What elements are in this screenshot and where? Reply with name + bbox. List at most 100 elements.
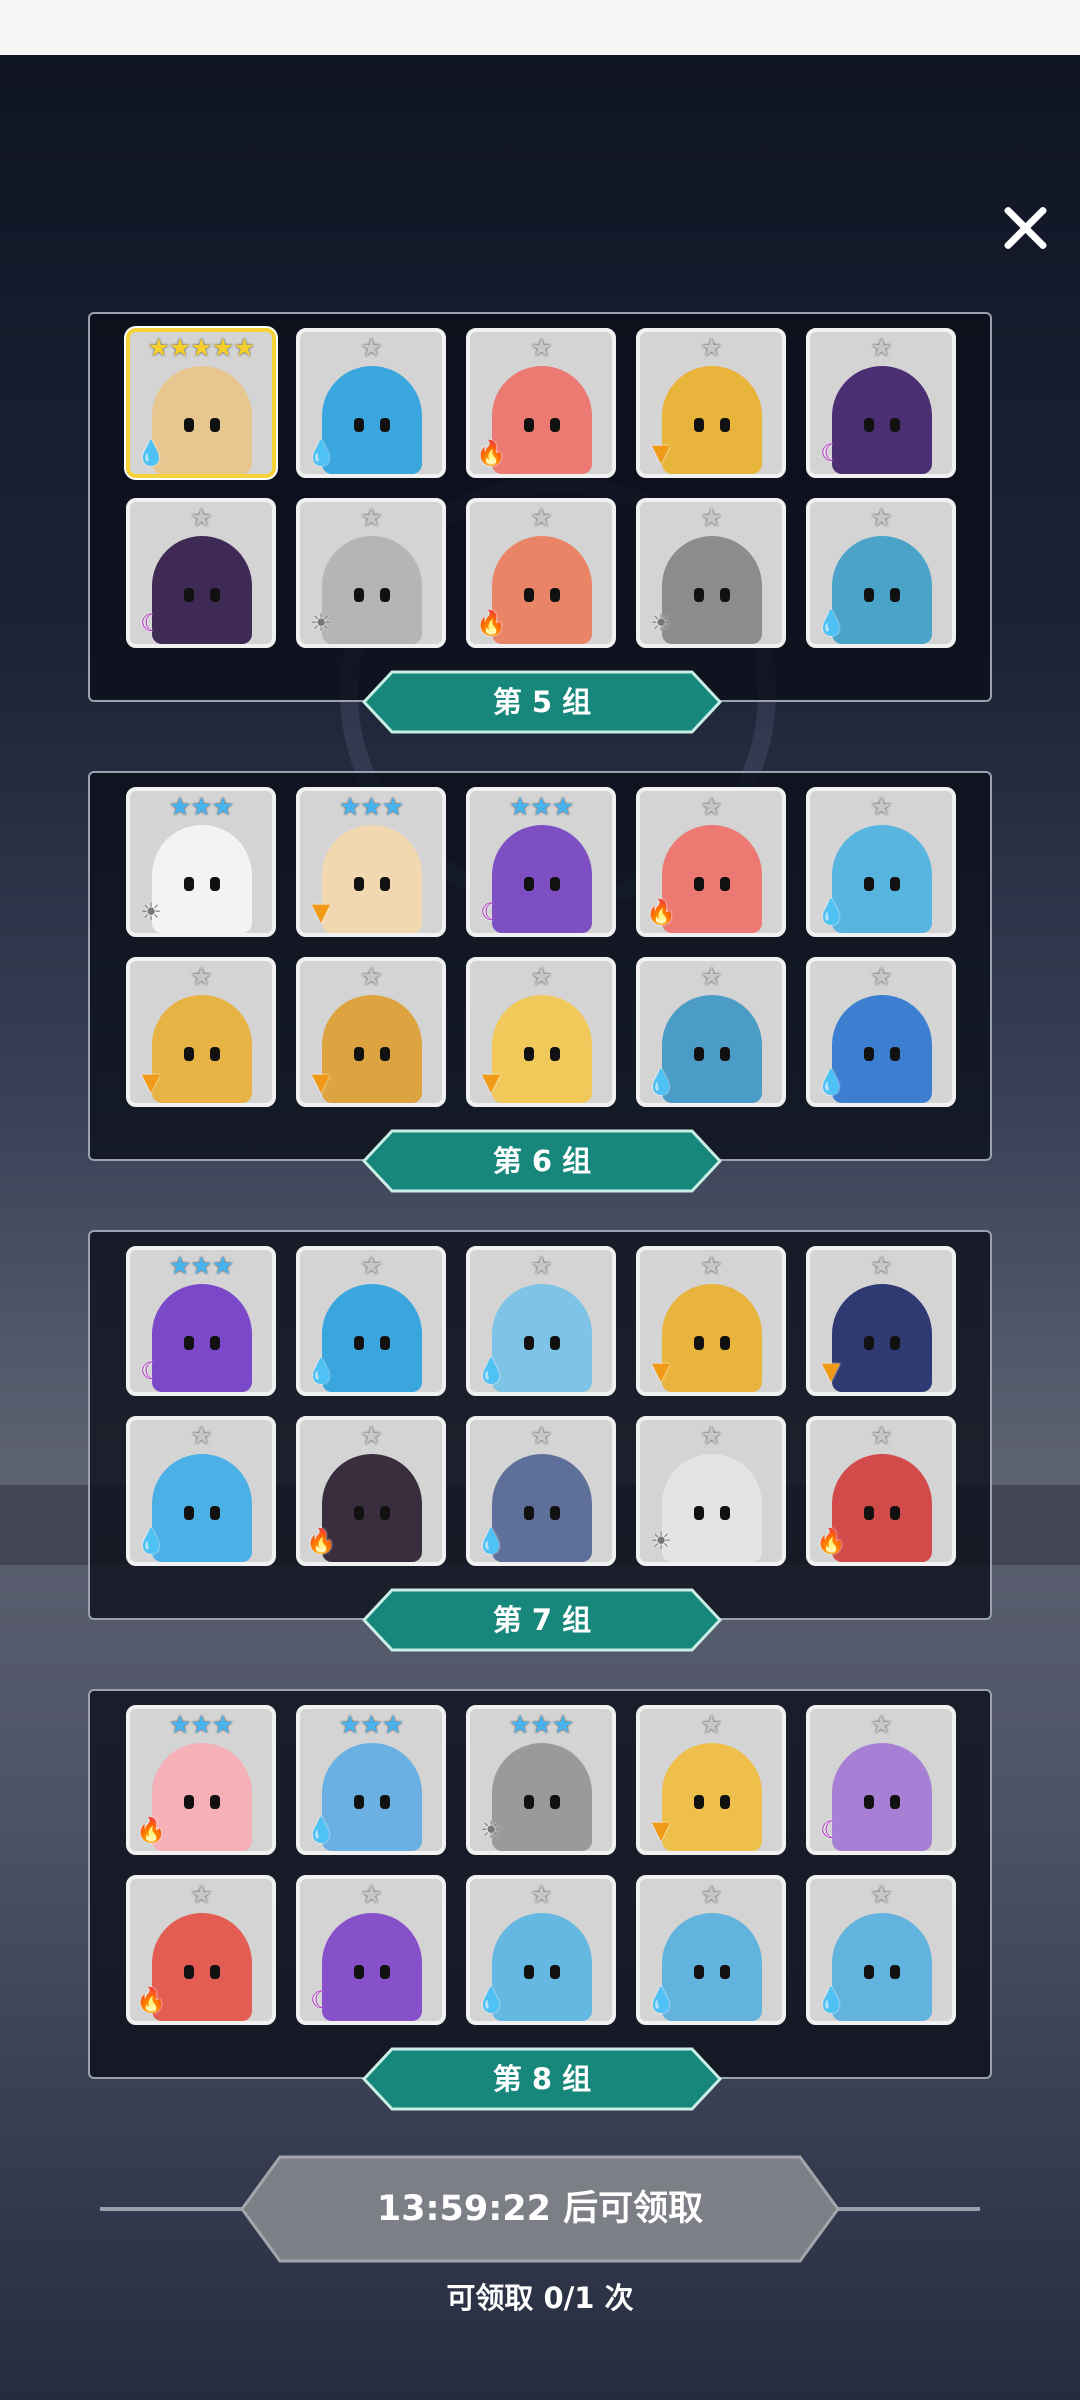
hero-portrait <box>322 536 422 644</box>
wind-element-icon: ▼ <box>311 1068 331 1096</box>
hero-portrait <box>492 1284 592 1392</box>
hero-card[interactable]: ★ ▼ <box>466 957 616 1107</box>
portrait-eye <box>694 1506 704 1520</box>
star-rating: ★ <box>530 1880 552 1909</box>
hero-card[interactable]: ★ 🔥 <box>296 1416 446 1566</box>
hero-card[interactable]: ★ ☀ <box>636 498 786 648</box>
portrait-eye <box>890 1047 900 1061</box>
portrait-eye <box>550 418 560 432</box>
hero-group: ★★★ ☾ ★ 💧 ★ 💧 ★ ▼ ★ ▼ ★ 💧 ★ 🔥 ★ 💧 ★ ☀ ★ 🔥 第 7 组 <box>88 1230 992 1652</box>
hero-card[interactable]: ★ ☾ <box>296 1875 446 2025</box>
hero-card[interactable]: ★ 🔥 <box>466 498 616 648</box>
hero-card[interactable]: ★ 🔥 <box>466 328 616 478</box>
hero-card[interactable]: ★ ▼ <box>636 1246 786 1396</box>
portrait-eye <box>864 1965 874 1979</box>
group-label: 第 6 组 <box>492 1144 592 1178</box>
water-element-icon: 💧 <box>816 1986 846 2014</box>
hero-portrait <box>322 825 422 933</box>
water-element-icon: 💧 <box>306 439 336 467</box>
close-icon[interactable] <box>995 198 1055 258</box>
hero-portrait <box>662 1284 762 1392</box>
hero-card[interactable]: ★★★★★ 💧 <box>126 328 276 478</box>
hero-portrait <box>152 995 252 1103</box>
star-rating: ★★★ <box>168 1710 234 1739</box>
star-rating: ★ <box>870 503 892 532</box>
portrait-eye <box>354 1795 364 1809</box>
hero-card[interactable]: ★ ☀ <box>296 498 446 648</box>
hero-card[interactable]: ★ ☀ <box>636 1416 786 1566</box>
hero-card[interactable]: ★ 🔥 <box>636 787 786 937</box>
hero-card[interactable]: ★ 💧 <box>466 1416 616 1566</box>
dark-element-icon: ☾ <box>310 1986 332 2014</box>
hero-card[interactable]: ★ 💧 <box>636 1875 786 2025</box>
star-rating: ★ <box>360 1880 382 1909</box>
portrait-eye <box>694 877 704 891</box>
hero-card[interactable]: ★★★ 🔥 <box>126 1705 276 1855</box>
star-rating: ★ <box>700 503 722 532</box>
portrait-eye <box>380 1965 390 1979</box>
portrait-eye <box>720 1795 730 1809</box>
hero-card[interactable]: ★ 💧 <box>806 957 956 1107</box>
hero-group: ★★★★★ 💧 ★ 💧 ★ 🔥 ★ ▼ ★ ☾ ★ ☾ ★ ☀ ★ 🔥 ★ ☀ ★ 💧 第 5 组 <box>88 312 992 734</box>
hero-card[interactable]: ★ 🔥 <box>806 1416 956 1566</box>
portrait-eye <box>184 1965 194 1979</box>
hero-card[interactable]: ★ ☾ <box>806 328 956 478</box>
wind-element-icon: ▼ <box>821 1357 841 1385</box>
star-rating: ★ <box>360 333 382 362</box>
hero-portrait <box>152 366 252 474</box>
hero-card[interactable]: ★ ☾ <box>806 1705 956 1855</box>
hero-card[interactable]: ★ ▼ <box>126 957 276 1107</box>
hero-card[interactable]: ★ 💧 <box>806 787 956 937</box>
group-label: 第 5 组 <box>492 685 592 719</box>
hero-card[interactable]: ★ 🔥 <box>126 1875 276 2025</box>
light-element-icon: ☀ <box>140 898 162 926</box>
wind-element-icon: ▼ <box>651 1357 671 1385</box>
hero-card[interactable]: ★ ▼ <box>636 328 786 478</box>
fire-element-icon: 🔥 <box>476 439 506 467</box>
hero-card[interactable]: ★ 💧 <box>806 1875 956 2025</box>
water-element-icon: 💧 <box>476 1527 506 1555</box>
hero-card[interactable]: ★ 💧 <box>296 1246 446 1396</box>
dark-element-icon: ☾ <box>140 609 162 637</box>
portrait-eye <box>380 1506 390 1520</box>
hero-card[interactable]: ★★★ ▼ <box>296 787 446 937</box>
portrait-eye <box>210 877 220 891</box>
hero-portrait <box>832 1454 932 1562</box>
portrait-eye <box>524 588 534 602</box>
star-rating: ★ <box>700 1710 722 1739</box>
portrait-eye <box>550 877 560 891</box>
hero-group: ★★★ ☀ ★★★ ▼ ★★★ ☾ ★ 🔥 ★ 💧 ★ ▼ ★ ▼ ★ ▼ ★ 💧 ★ 💧 第 6 组 <box>88 771 992 1193</box>
hero-card[interactable]: ★★★ ☾ <box>126 1246 276 1396</box>
hero-grid: ★★★ ☀ ★★★ ▼ ★★★ ☾ ★ 🔥 ★ 💧 ★ ▼ ★ ▼ ★ ▼ ★ 💧 ★ 💧 <box>126 787 956 1107</box>
hero-card[interactable]: ★ 💧 <box>296 328 446 478</box>
hero-portrait <box>492 1913 592 2021</box>
portrait-eye <box>720 418 730 432</box>
star-rating: ★ <box>700 962 722 991</box>
group-label: 第 8 组 <box>492 2062 592 2096</box>
portrait-eye <box>550 588 560 602</box>
hero-card[interactable]: ★ ☾ <box>126 498 276 648</box>
hero-portrait <box>492 825 592 933</box>
hero-card[interactable]: ★ 💧 <box>636 957 786 1107</box>
hero-card[interactable]: ★★★ 💧 <box>296 1705 446 1855</box>
portrait-eye <box>380 1795 390 1809</box>
portrait-eye <box>550 1506 560 1520</box>
hero-card[interactable]: ★ ▼ <box>636 1705 786 1855</box>
hero-card[interactable]: ★ 💧 <box>126 1416 276 1566</box>
claim-timer-button[interactable]: 13:59:22 后可领取 <box>240 2155 840 2263</box>
hero-card[interactable]: ★ ▼ <box>296 957 446 1107</box>
water-element-icon: 💧 <box>306 1357 336 1385</box>
hero-card[interactable]: ★★★ ☀ <box>126 787 276 937</box>
hero-card[interactable]: ★ 💧 <box>466 1246 616 1396</box>
hero-card[interactable]: ★★★ ☀ <box>466 1705 616 1855</box>
hero-card[interactable]: ★ 💧 <box>806 498 956 648</box>
hero-card[interactable]: ★★★ ☾ <box>466 787 616 937</box>
portrait-eye <box>184 1336 194 1350</box>
portrait-eye <box>890 1336 900 1350</box>
star-rating: ★ <box>700 792 722 821</box>
hero-card[interactable]: ★ ▼ <box>806 1246 956 1396</box>
portrait-eye <box>354 877 364 891</box>
light-element-icon: ☀ <box>650 609 672 637</box>
portrait-eye <box>524 1047 534 1061</box>
hero-card[interactable]: ★ 💧 <box>466 1875 616 2025</box>
